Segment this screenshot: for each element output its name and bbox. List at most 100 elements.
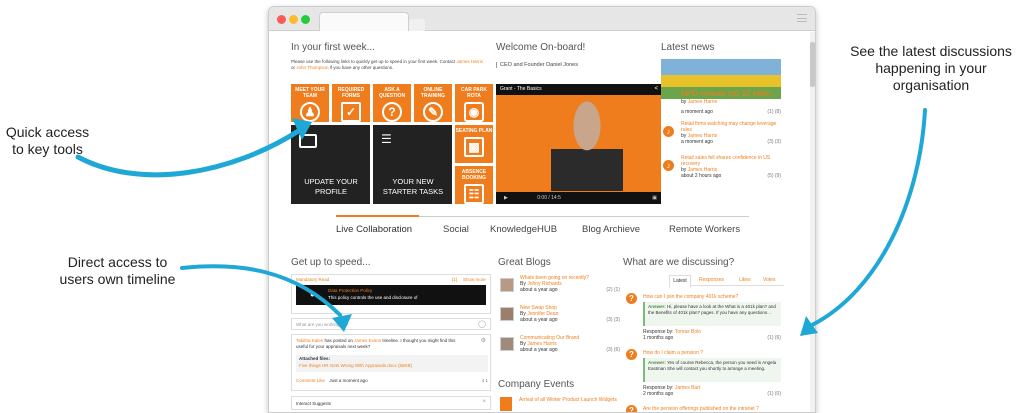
presenter-image xyxy=(551,98,623,191)
forms-icon: ✓ xyxy=(341,102,361,122)
tile-absence-booking[interactable]: ABSENCE BOOKING ☷ xyxy=(455,166,493,204)
news-item-time: a moment ago xyxy=(681,139,713,145)
tab-votes[interactable]: Votes xyxy=(763,275,776,286)
headline-time: a moment ago xyxy=(681,109,713,115)
tab-likes[interactable]: Likes xyxy=(739,275,751,286)
minimize-dot[interactable] xyxy=(289,15,298,24)
hamburger-menu-icon[interactable] xyxy=(797,14,807,22)
tile-label: REQUIRED FORMS xyxy=(337,87,365,99)
tile-seating-plan[interactable]: SEATING PLAN ▩ xyxy=(455,125,493,163)
new-tab[interactable] xyxy=(409,19,425,31)
post-text: Tabitha Kalen has posted on James Evans … xyxy=(296,338,466,350)
response-author[interactable]: James Bart xyxy=(675,385,700,391)
tile-starter-tasks[interactable]: ☰ YOUR NEW STARTER TASKS xyxy=(373,125,452,204)
fullscreen-icon[interactable]: ▣ xyxy=(652,192,657,204)
play-icon[interactable]: ▶ xyxy=(504,195,508,201)
arrow-quick-access xyxy=(75,127,303,178)
blog-item[interactable]: Communicating Our Brand By James Harris … xyxy=(520,335,620,353)
news-item-time: about 2 hours ago xyxy=(681,173,722,179)
intro-text: Please use the following links to quickl… xyxy=(291,59,456,64)
thread-answer: Answer: Hi, please have a look at the Wh… xyxy=(643,302,781,326)
like-link[interactable]: Like xyxy=(317,378,325,383)
blog-item[interactable]: Whats been going on recently? By Johny R… xyxy=(520,275,620,293)
nav-remote-workers[interactable]: Remote Workers xyxy=(669,224,740,235)
thread-question[interactable]: Are the pension offerings published on t… xyxy=(643,406,783,412)
thread-question[interactable]: How do I claim a pension ? xyxy=(643,350,783,356)
tile-ask-a-question[interactable]: ASK A QUESTION? xyxy=(373,84,411,122)
thread-answer: Answer: Yes of course Rebecca, the perso… xyxy=(643,358,781,382)
nav-live-collaboration[interactable]: Live Collaboration xyxy=(336,224,412,235)
show-more-link[interactable]: Show more xyxy=(463,277,486,283)
scrollbar[interactable] xyxy=(810,32,815,412)
post-settings-icon[interactable]: ⚙ xyxy=(481,337,486,344)
tile-update-profile[interactable]: UPDATE YOUR PROFILE xyxy=(291,125,370,204)
nav-active-bar xyxy=(336,215,419,217)
blog-item[interactable]: New Swap Shop By Jennifer Dean about a y… xyxy=(520,305,620,323)
post-time: Just a moment ago xyxy=(329,378,368,383)
attach-icon[interactable]: ◯ xyxy=(478,320,486,328)
latest-news-title: Latest news xyxy=(661,42,715,53)
compose-box[interactable]: What are you working on? ◯ xyxy=(291,318,491,330)
tile-required-forms[interactable]: REQUIRED FORMS ✓ xyxy=(332,84,370,122)
response-author[interactable]: Tomas Bolo xyxy=(675,329,701,335)
news-headline-meta: by James Harris a moment ago (1) (8) xyxy=(681,99,781,115)
interact-suggests[interactable]: Interact Suggests × xyxy=(291,396,491,410)
news-item-stats: (5) (9) xyxy=(767,173,781,179)
post-author[interactable]: Tabitha Kalen xyxy=(296,338,323,343)
video-controls[interactable]: ▶ 0:00 / 14:5 ▣ xyxy=(496,192,661,204)
news-item[interactable]: Retail firms watching may change leverag… xyxy=(681,121,781,145)
thread-meta: Response by: Tomas Bolo 1 months ago (1) … xyxy=(643,329,781,341)
tab-responses[interactable]: Responses xyxy=(699,275,724,286)
news-headline[interactable]: NPD reveals top 10 sellin... xyxy=(681,89,778,98)
news-item-title[interactable]: Retail sales fell shares confidence in U… xyxy=(681,155,781,167)
contact-link-2[interactable]: John Thompson xyxy=(296,65,328,70)
callout-timeline: Direct access to users own timeline xyxy=(59,254,176,287)
post-stats: 4 1 xyxy=(481,378,488,383)
browser-tab[interactable] xyxy=(319,12,409,31)
tab-latest[interactable]: Latest xyxy=(669,275,691,288)
news-item[interactable]: Retail sales fell shares confidence in U… xyxy=(681,155,781,179)
team-icon: ♟ xyxy=(300,102,320,122)
discuss-title: What are we discussing? xyxy=(623,257,735,268)
tile-meet-your-team[interactable]: MEET YOUR TEAM ♟ xyxy=(291,84,329,122)
thread-question[interactable]: How can I join the company 401k scheme? xyxy=(643,294,783,300)
share-icon[interactable]: < xyxy=(654,86,658,92)
news-item-title[interactable]: Retail firms watching may change leverag… xyxy=(681,121,781,133)
tile-car-park-rota[interactable]: CAR PARK ROTA ◉ xyxy=(455,84,493,122)
maximize-dot[interactable] xyxy=(301,15,310,24)
update-profile-label: UPDATE YOUR PROFILE xyxy=(304,177,358,196)
scrollbar-thumb[interactable] xyxy=(810,42,815,87)
starter-tasks-label: YOUR NEW STARTER TASKS xyxy=(382,177,444,196)
attachment-box: Attached files: Five things HR Gets Wron… xyxy=(296,355,488,372)
tile-online-training[interactable]: ONLINE TRAINING ✎ xyxy=(414,84,452,122)
video-time: 0:00 / 14:5 xyxy=(537,195,561,201)
thread-meta: Response by: James Bart 2 months ago (1) … xyxy=(643,385,781,397)
headline-author[interactable]: James Harris xyxy=(688,99,717,105)
task-list-icon: ☰ xyxy=(381,132,392,146)
intro-end: if you have any other questions. xyxy=(329,65,394,70)
answer-text: Hi, please have a look at the What is a … xyxy=(648,304,776,315)
profile-card-icon xyxy=(299,134,317,148)
post-target[interactable]: James Evans xyxy=(354,338,381,343)
welcome-subtitle: CEO and Founder Daniel Jones xyxy=(496,62,578,68)
nav-knowledgehub[interactable]: KnowledgeHUB xyxy=(490,224,557,235)
comment-link[interactable]: Comment xyxy=(296,378,316,383)
nav-social[interactable]: Social xyxy=(443,224,469,235)
car-icon: ◉ xyxy=(464,102,484,122)
attached-label: Attached files: xyxy=(299,356,331,361)
policy-card[interactable]: ● Data Protection Policy This policy con… xyxy=(296,285,486,305)
close-icon[interactable]: × xyxy=(482,399,486,405)
close-dot[interactable] xyxy=(277,15,286,24)
welcome-video[interactable]: Grant - The Basics < ▶ 0:00 / 14:5 ▣ xyxy=(496,84,661,204)
blog-avatar xyxy=(500,307,514,321)
interact-label: Interact Suggests xyxy=(296,401,332,406)
contact-link-1[interactable]: James Harris xyxy=(456,59,483,64)
attached-file[interactable]: Five things HR Gets Wrong With Appraisal… xyxy=(299,363,412,369)
policy-title[interactable]: Data Protection Policy xyxy=(328,288,372,294)
headline-stats: (1) (8) xyxy=(767,109,781,115)
nav-blog-archieve[interactable]: Blog Archieve xyxy=(582,224,640,235)
callout-discussions: See the latest discussions happening in … xyxy=(850,43,1012,93)
event-item[interactable]: Arrival of all Winter Product Launch Wid… xyxy=(519,397,619,403)
speed-title: Get up to speed... xyxy=(291,257,371,268)
post-mid: has posted on xyxy=(324,338,353,343)
